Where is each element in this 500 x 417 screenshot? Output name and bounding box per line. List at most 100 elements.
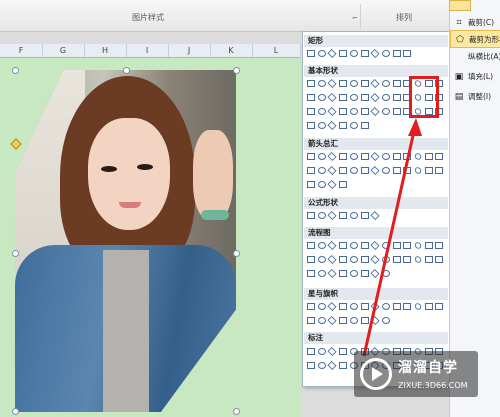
shape-option[interactable] [327,165,337,176]
crop-dropdown-button[interactable] [449,0,471,11]
shape-option[interactable] [327,346,337,357]
shape-option[interactable] [392,50,401,57]
dialog-launcher-icon[interactable]: ⌐ [352,14,358,22]
shape-option[interactable] [339,348,348,355]
shape-option[interactable] [307,242,315,249]
shape-option[interactable] [370,106,380,117]
resize-handle[interactable] [233,250,240,257]
shape-option[interactable] [424,153,433,160]
shape-option[interactable] [317,181,326,188]
resize-handle[interactable] [12,250,19,257]
shape-option[interactable] [381,50,390,57]
shape-option[interactable] [339,303,348,310]
menu-item-fill[interactable]: ▣ 填充(L) [450,68,500,86]
shape-option[interactable] [381,94,390,101]
shape-option[interactable] [339,270,348,277]
column-header[interactable]: K [210,44,253,57]
shape-option[interactable] [307,153,315,160]
shape-option[interactable] [307,80,315,87]
shape-option[interactable] [307,108,315,115]
shape-option[interactable] [317,94,326,101]
shape-option[interactable] [370,48,380,59]
shape-option[interactable] [327,240,337,251]
shape-option[interactable] [435,256,444,263]
shape-option[interactable] [392,108,401,115]
shape-option[interactable] [424,303,433,310]
shape-option[interactable] [307,181,315,188]
shape-option[interactable] [327,179,337,190]
shape-option[interactable] [327,48,337,59]
shape-option[interactable] [370,92,380,103]
shape-option[interactable] [381,80,390,87]
shape-option[interactable] [339,50,348,57]
shape-option[interactable] [327,360,337,371]
shape-option[interactable] [349,50,358,57]
shape-option[interactable] [327,78,337,89]
menu-item-fit[interactable]: ▤ 调整(I) [450,88,500,106]
shape-option[interactable] [360,94,369,101]
shape-option[interactable] [339,167,348,174]
shape-option[interactable] [307,94,315,101]
shape-option[interactable] [317,122,326,129]
shape-option[interactable] [339,122,348,129]
shape-option[interactable] [339,153,348,160]
shape-option[interactable] [349,94,358,101]
shape-option[interactable] [317,362,326,369]
shape-option[interactable] [317,108,326,115]
column-header[interactable]: J [168,44,211,57]
shape-option[interactable] [327,92,337,103]
shape-option[interactable] [381,108,390,115]
shape-option[interactable] [307,122,315,129]
shape-option[interactable] [307,348,315,355]
shape-option[interactable] [307,270,315,277]
shape-option[interactable] [327,301,337,312]
resize-handle[interactable] [123,67,130,74]
shape-option[interactable] [327,120,337,131]
shape-option[interactable] [424,167,433,174]
shape-option[interactable] [327,151,337,162]
shape-option[interactable] [317,167,326,174]
shape-option[interactable] [327,106,337,117]
resize-handle[interactable] [233,408,240,415]
shape-option[interactable] [339,317,348,324]
shape-option[interactable] [307,167,315,174]
column-header[interactable]: L [252,44,301,57]
shape-option[interactable] [370,78,380,89]
shape-option[interactable] [317,153,326,160]
shape-option[interactable] [424,256,433,263]
shape-option[interactable] [317,242,326,249]
shape-option[interactable] [307,256,315,263]
shape-option[interactable] [307,362,315,369]
shape-option[interactable] [317,80,326,87]
shape-option[interactable] [339,362,348,369]
shape-option[interactable] [360,80,369,87]
shape-option[interactable] [327,254,337,265]
column-header[interactable]: F [0,44,43,57]
shape-option[interactable] [339,108,348,115]
shape-option[interactable] [339,212,348,219]
column-header[interactable]: I [126,44,169,57]
shape-option[interactable] [392,94,401,101]
resize-handle[interactable] [12,67,19,74]
shape-option[interactable] [349,108,358,115]
shape-option[interactable] [435,303,444,310]
shape-option[interactable] [307,212,315,219]
column-header[interactable]: H [84,44,127,57]
shape-option[interactable] [339,80,348,87]
resize-handle[interactable] [233,67,240,74]
shape-option[interactable] [307,50,315,57]
shape-option[interactable] [317,256,326,263]
shape-option[interactable] [360,108,369,115]
shape-option[interactable] [392,80,401,87]
shape-option[interactable] [327,268,337,279]
shape-option[interactable] [339,94,348,101]
shape-option[interactable] [307,303,315,310]
shape-option[interactable] [339,256,348,263]
menu-item-crop-to-shape[interactable]: ⬠ 裁剪为形状 [450,30,500,48]
shape-option[interactable] [435,242,444,249]
shape-option[interactable] [327,210,337,221]
shape-option[interactable] [349,80,358,87]
shape-option[interactable] [424,242,433,249]
shape-option[interactable] [317,348,326,355]
column-header[interactable]: G [42,44,85,57]
